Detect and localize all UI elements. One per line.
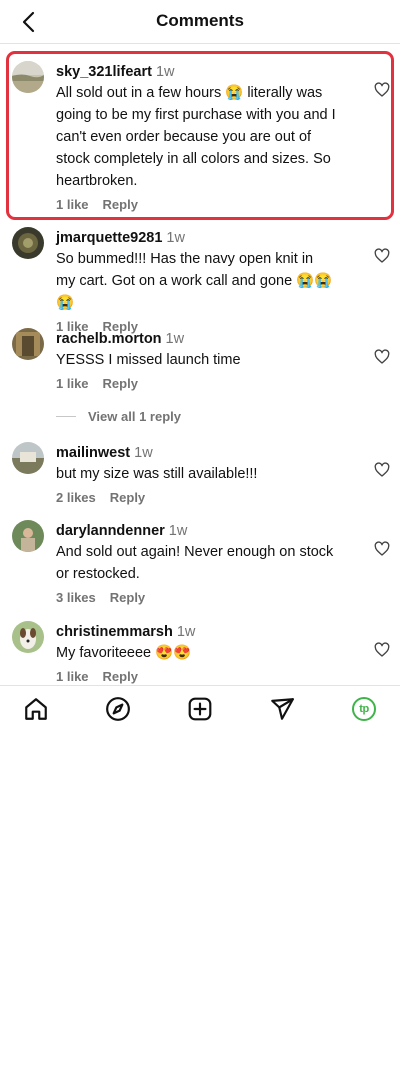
nav-create-button[interactable] [186,695,214,723]
heart-icon[interactable] [374,349,390,365]
comment-header: rachelb.morton 1w [56,330,336,348]
avatar[interactable] [12,621,44,653]
comment-timestamp: 1w [134,445,153,461]
nav-explore-button[interactable] [104,695,132,723]
comment-username[interactable]: mailinwest [56,445,130,461]
comment-username[interactable]: jmarquette9281 [56,230,162,246]
like-count[interactable]: 2 likes [56,490,96,505]
comment-header: christinemmarsh 1w [56,623,336,641]
page-title: Comments [156,11,244,30]
comment-text: So bummed!!! Has the navy open knit in m… [56,251,333,311]
like-count[interactable]: 1 like [56,376,89,391]
nav-profile-button[interactable]: tp [350,695,378,723]
comment-actions: 1 like Reply [56,376,336,391]
comment-header: jmarquette9281 1w [56,229,336,247]
comment-username[interactable]: christinemmarsh [56,624,173,640]
reply-button[interactable]: Reply [110,590,145,605]
create-plus-icon [188,697,212,721]
comment-username[interactable]: darylanndenner [56,523,165,539]
like-count[interactable]: 1 like [56,197,89,212]
comment-actions: 3 likes Reply [56,590,336,605]
profile-avatar: tp [352,697,376,721]
home-icon [25,698,47,720]
comment-actions: 2 likes Reply [56,490,336,505]
reply-button[interactable]: Reply [103,376,138,391]
comment-timestamp: 1w [155,64,175,80]
comment-timestamp: 1w [168,523,188,539]
heart-icon[interactable] [374,248,390,264]
comment-actions: 1 like Reply [56,669,336,684]
like-count[interactable]: 3 likes [56,590,96,605]
avatar[interactable] [12,61,44,93]
comment-text: And sold out again! Never enough on stoc… [56,544,334,582]
comment-text: All sold out in a few hours 😭 literally … [56,85,336,189]
avatar[interactable] [12,442,44,474]
comment-header: sky_321lifeart 1w [56,63,336,81]
heart-icon[interactable] [374,82,390,98]
avatar[interactable] [12,520,44,552]
reply-button[interactable]: Reply [103,669,138,684]
comment-timestamp: 1w [176,624,196,640]
comment-username[interactable]: rachelb.morton [56,331,162,347]
reply-button[interactable]: Reply [110,490,145,505]
heart-icon[interactable] [374,462,390,478]
divider [56,415,76,417]
nav-home-button[interactable] [22,695,50,723]
like-count[interactable]: 1 like [56,669,89,684]
comment-header: darylanndenner 1w [56,522,336,540]
comment-text: YESSS I missed launch time [56,352,241,368]
comment-timestamp: 1w [165,331,185,347]
comment-text: My favoriteeee 😍😍 [56,645,192,661]
heart-icon[interactable] [374,541,390,557]
comment-text: but my size was still available!!! [56,466,258,482]
reply-button[interactable]: Reply [103,197,138,212]
direct-message-icon [271,698,294,720]
comment-username[interactable]: sky_321lifeart [56,64,152,80]
view-replies-label: View all 1 reply [88,408,181,424]
bottom-nav: tp [0,685,400,731]
comment-header: mailinwest 1w [56,444,336,462]
avatar[interactable] [12,227,44,259]
explore-compass-icon [106,697,130,721]
comment-actions: 1 like Reply [56,197,336,212]
view-replies-button[interactable]: View all 1 reply [56,407,181,425]
avatar[interactable] [12,328,44,360]
header-bar: Comments [0,0,400,44]
nav-messages-button[interactable] [268,695,296,723]
comment-timestamp: 1w [166,230,185,246]
heart-icon[interactable] [374,642,390,658]
